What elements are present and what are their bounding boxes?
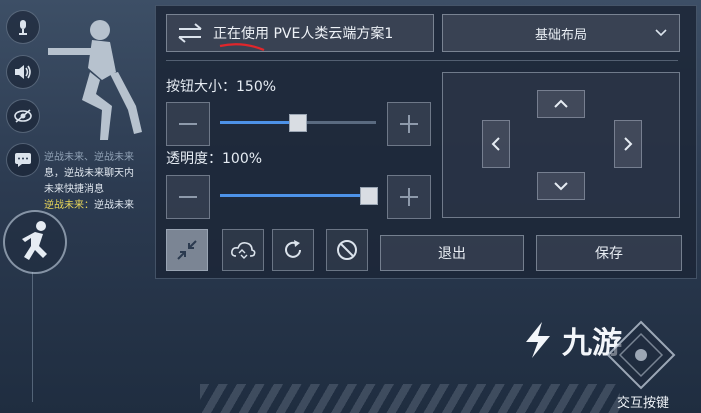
shrink-button[interactable]	[166, 229, 208, 271]
plan-selector[interactable]: 正在使用 PVE人类云端方案1	[166, 14, 434, 52]
jiuyou-logo-mark	[526, 322, 550, 358]
chevron-up-icon	[554, 99, 568, 108]
minus-icon	[179, 196, 197, 198]
chat-line: 息，逆战未来聊天内	[44, 168, 134, 179]
eye-hidden-icon[interactable]	[6, 99, 40, 133]
layout-dropdown-value: 基础布局	[534, 27, 587, 43]
soldier-silhouette	[48, 20, 142, 140]
chevron-down-icon	[655, 29, 667, 37]
cloud-sync-icon	[231, 242, 256, 259]
chat-line: 逆战未来、逆战未来	[44, 152, 134, 163]
current-plan-label: 正在使用 PVE人类云端方案1	[213, 26, 394, 42]
chevron-right-icon	[624, 137, 633, 151]
chat-message: 逆战未来	[94, 200, 134, 211]
disable-button[interactable]	[326, 229, 368, 271]
chat-line: 未来快捷消息	[44, 184, 104, 195]
button-size-slider-fill	[220, 121, 297, 124]
opacity-slider[interactable]	[220, 194, 376, 197]
chat-speaker: 逆战未来：	[44, 200, 94, 211]
microphone-icon[interactable]	[6, 10, 40, 44]
chat-log: 逆战未来、逆战未来 息，逆战未来聊天内 未来快捷消息 逆战未来：逆战未来	[44, 150, 156, 214]
move-down-button[interactable]	[537, 172, 585, 200]
button-size-increase-button[interactable]	[387, 102, 431, 146]
opacity-increase-button[interactable]	[387, 175, 431, 219]
interact-icon	[635, 349, 647, 361]
save-button[interactable]: 保存	[536, 235, 682, 271]
interact-button[interactable]	[606, 320, 676, 390]
swap-icon	[178, 23, 202, 43]
opacity-decrease-button[interactable]	[166, 175, 210, 219]
prohibit-icon	[337, 240, 357, 260]
layout-dropdown[interactable]: 基础布局	[442, 14, 680, 52]
hazard-stripes	[200, 384, 620, 413]
shrink-arrows-icon	[177, 240, 197, 260]
button-size-slider-thumb[interactable]	[288, 114, 307, 132]
panel-divider	[166, 60, 678, 61]
refresh-icon	[285, 240, 301, 258]
running-man-icon	[22, 221, 47, 260]
chevron-left-icon	[491, 137, 500, 151]
move-up-button[interactable]	[537, 90, 585, 118]
button-size-label: 按钮大小：150%	[166, 79, 277, 95]
exit-button[interactable]: 退出	[380, 235, 524, 271]
red-annotation-mark	[219, 43, 265, 52]
chat-icon[interactable]	[6, 143, 40, 177]
reset-button[interactable]	[272, 229, 314, 271]
cloud-sync-button[interactable]	[222, 229, 264, 271]
chevron-down-icon	[554, 182, 568, 191]
opacity-label: 透明度：100%	[166, 151, 263, 167]
plus-icon	[400, 115, 418, 133]
speaker-icon[interactable]	[6, 55, 40, 89]
move-left-button[interactable]	[482, 120, 510, 168]
opacity-slider-thumb[interactable]	[360, 187, 378, 205]
interact-label: 交互按键	[616, 396, 669, 411]
move-right-button[interactable]	[614, 120, 642, 168]
divider-line	[32, 272, 33, 402]
opacity-slider-fill	[220, 194, 368, 197]
minus-icon	[179, 123, 197, 125]
button-size-decrease-button[interactable]	[166, 102, 210, 146]
sprint-button[interactable]	[3, 210, 67, 274]
plus-icon	[400, 188, 418, 206]
